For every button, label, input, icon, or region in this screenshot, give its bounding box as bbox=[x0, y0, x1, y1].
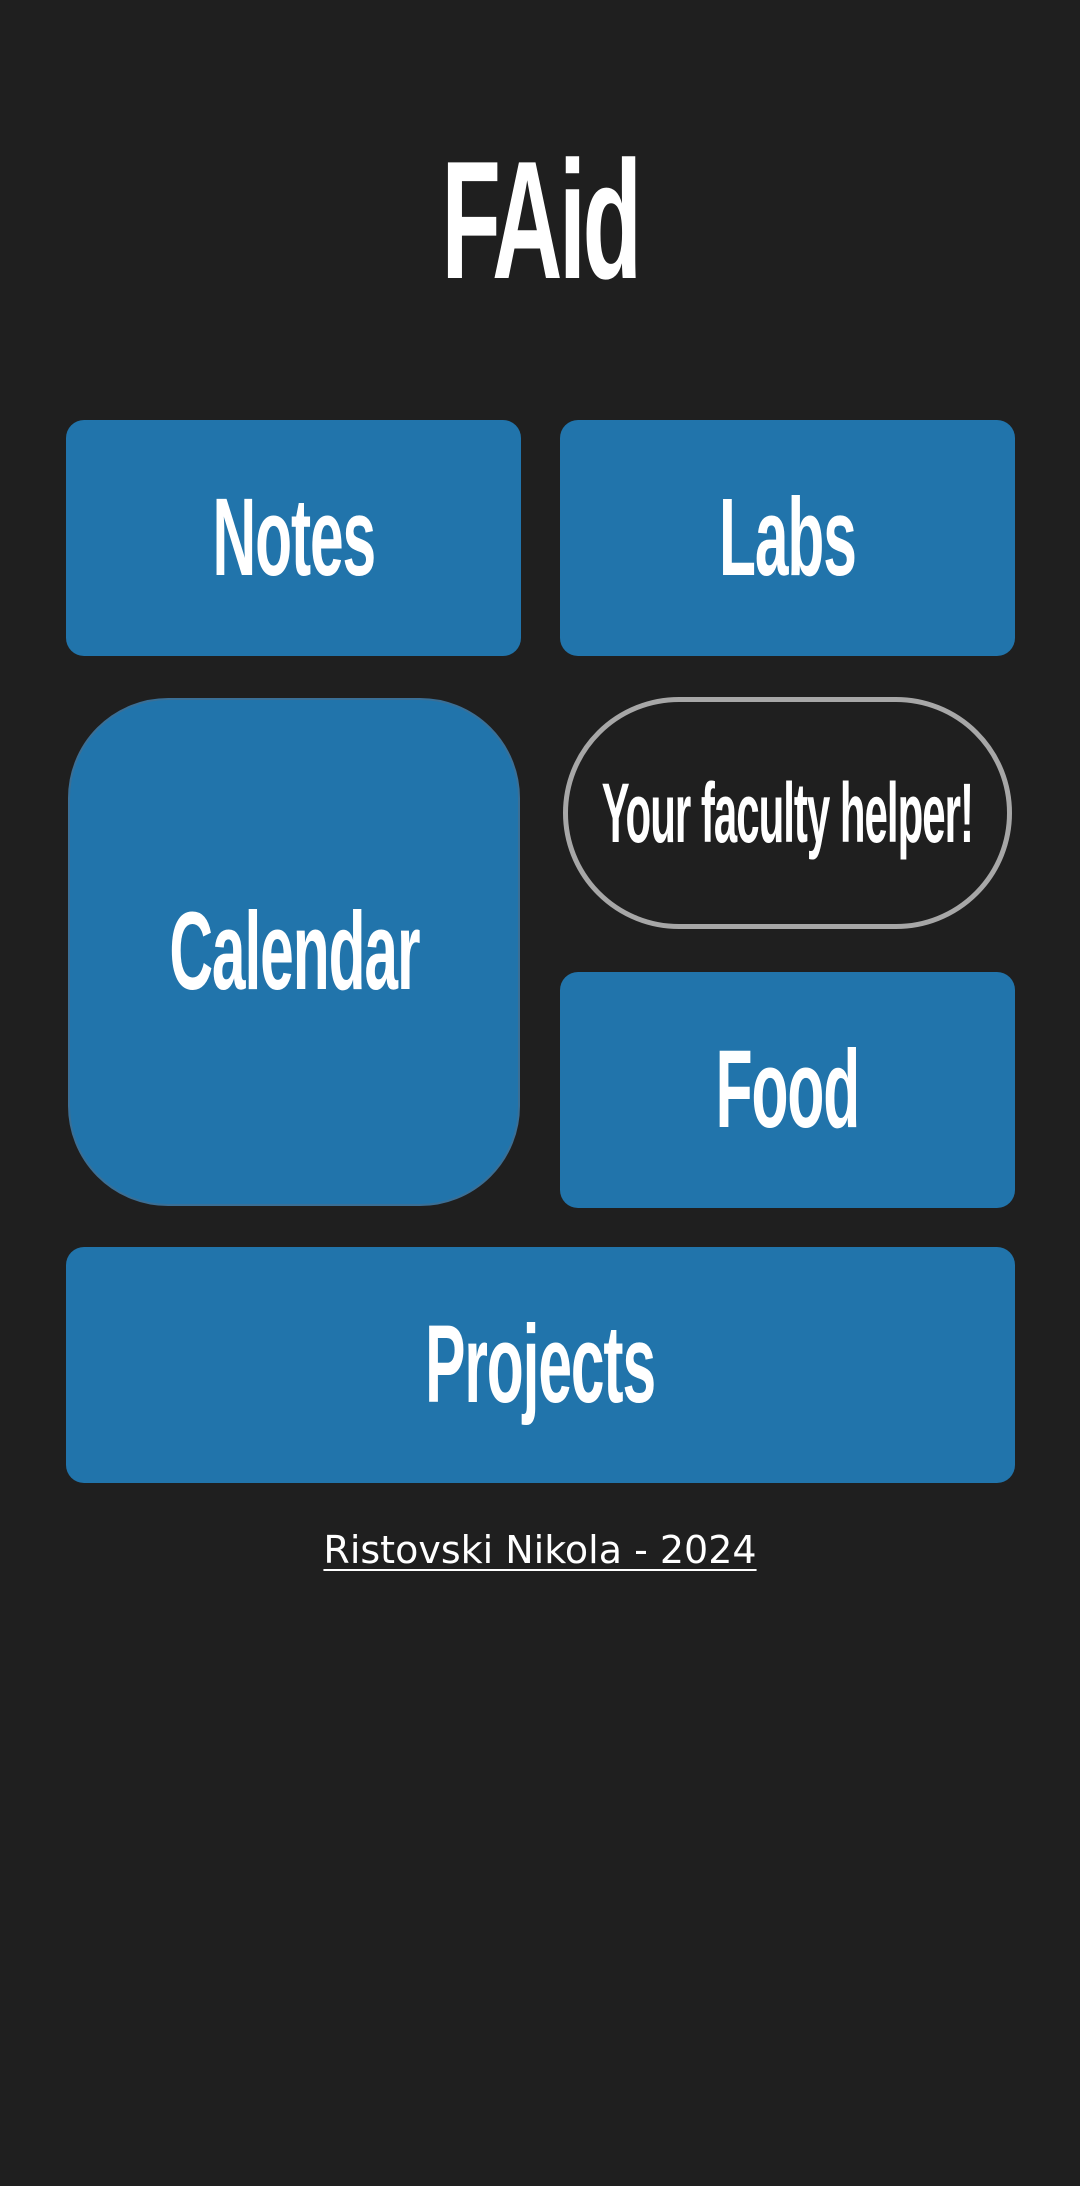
food-button[interactable]: Food bbox=[560, 972, 1015, 1208]
calendar-label: Calendar bbox=[168, 890, 420, 1013]
tagline-badge: Your faculty helper! bbox=[563, 697, 1012, 929]
food-label: Food bbox=[715, 1028, 861, 1151]
calendar-button[interactable]: Calendar bbox=[68, 698, 520, 1206]
home-screen: FAid Notes Labs Calendar Your faculty he… bbox=[0, 0, 1080, 2186]
notes-button[interactable]: Notes bbox=[66, 420, 521, 656]
author-credit-link[interactable]: Ristovski Nikola - 2024 bbox=[323, 1528, 756, 1572]
projects-label: Projects bbox=[425, 1303, 657, 1426]
footer: Ristovski Nikola - 2024 bbox=[0, 1524, 1080, 1576]
tagline-text: Your faculty helper! bbox=[601, 766, 974, 860]
app-title: FAid bbox=[441, 126, 642, 314]
labs-button[interactable]: Labs bbox=[560, 420, 1015, 656]
notes-label: Notes bbox=[212, 476, 376, 599]
projects-button[interactable]: Projects bbox=[66, 1247, 1015, 1483]
labs-label: Labs bbox=[719, 476, 857, 599]
